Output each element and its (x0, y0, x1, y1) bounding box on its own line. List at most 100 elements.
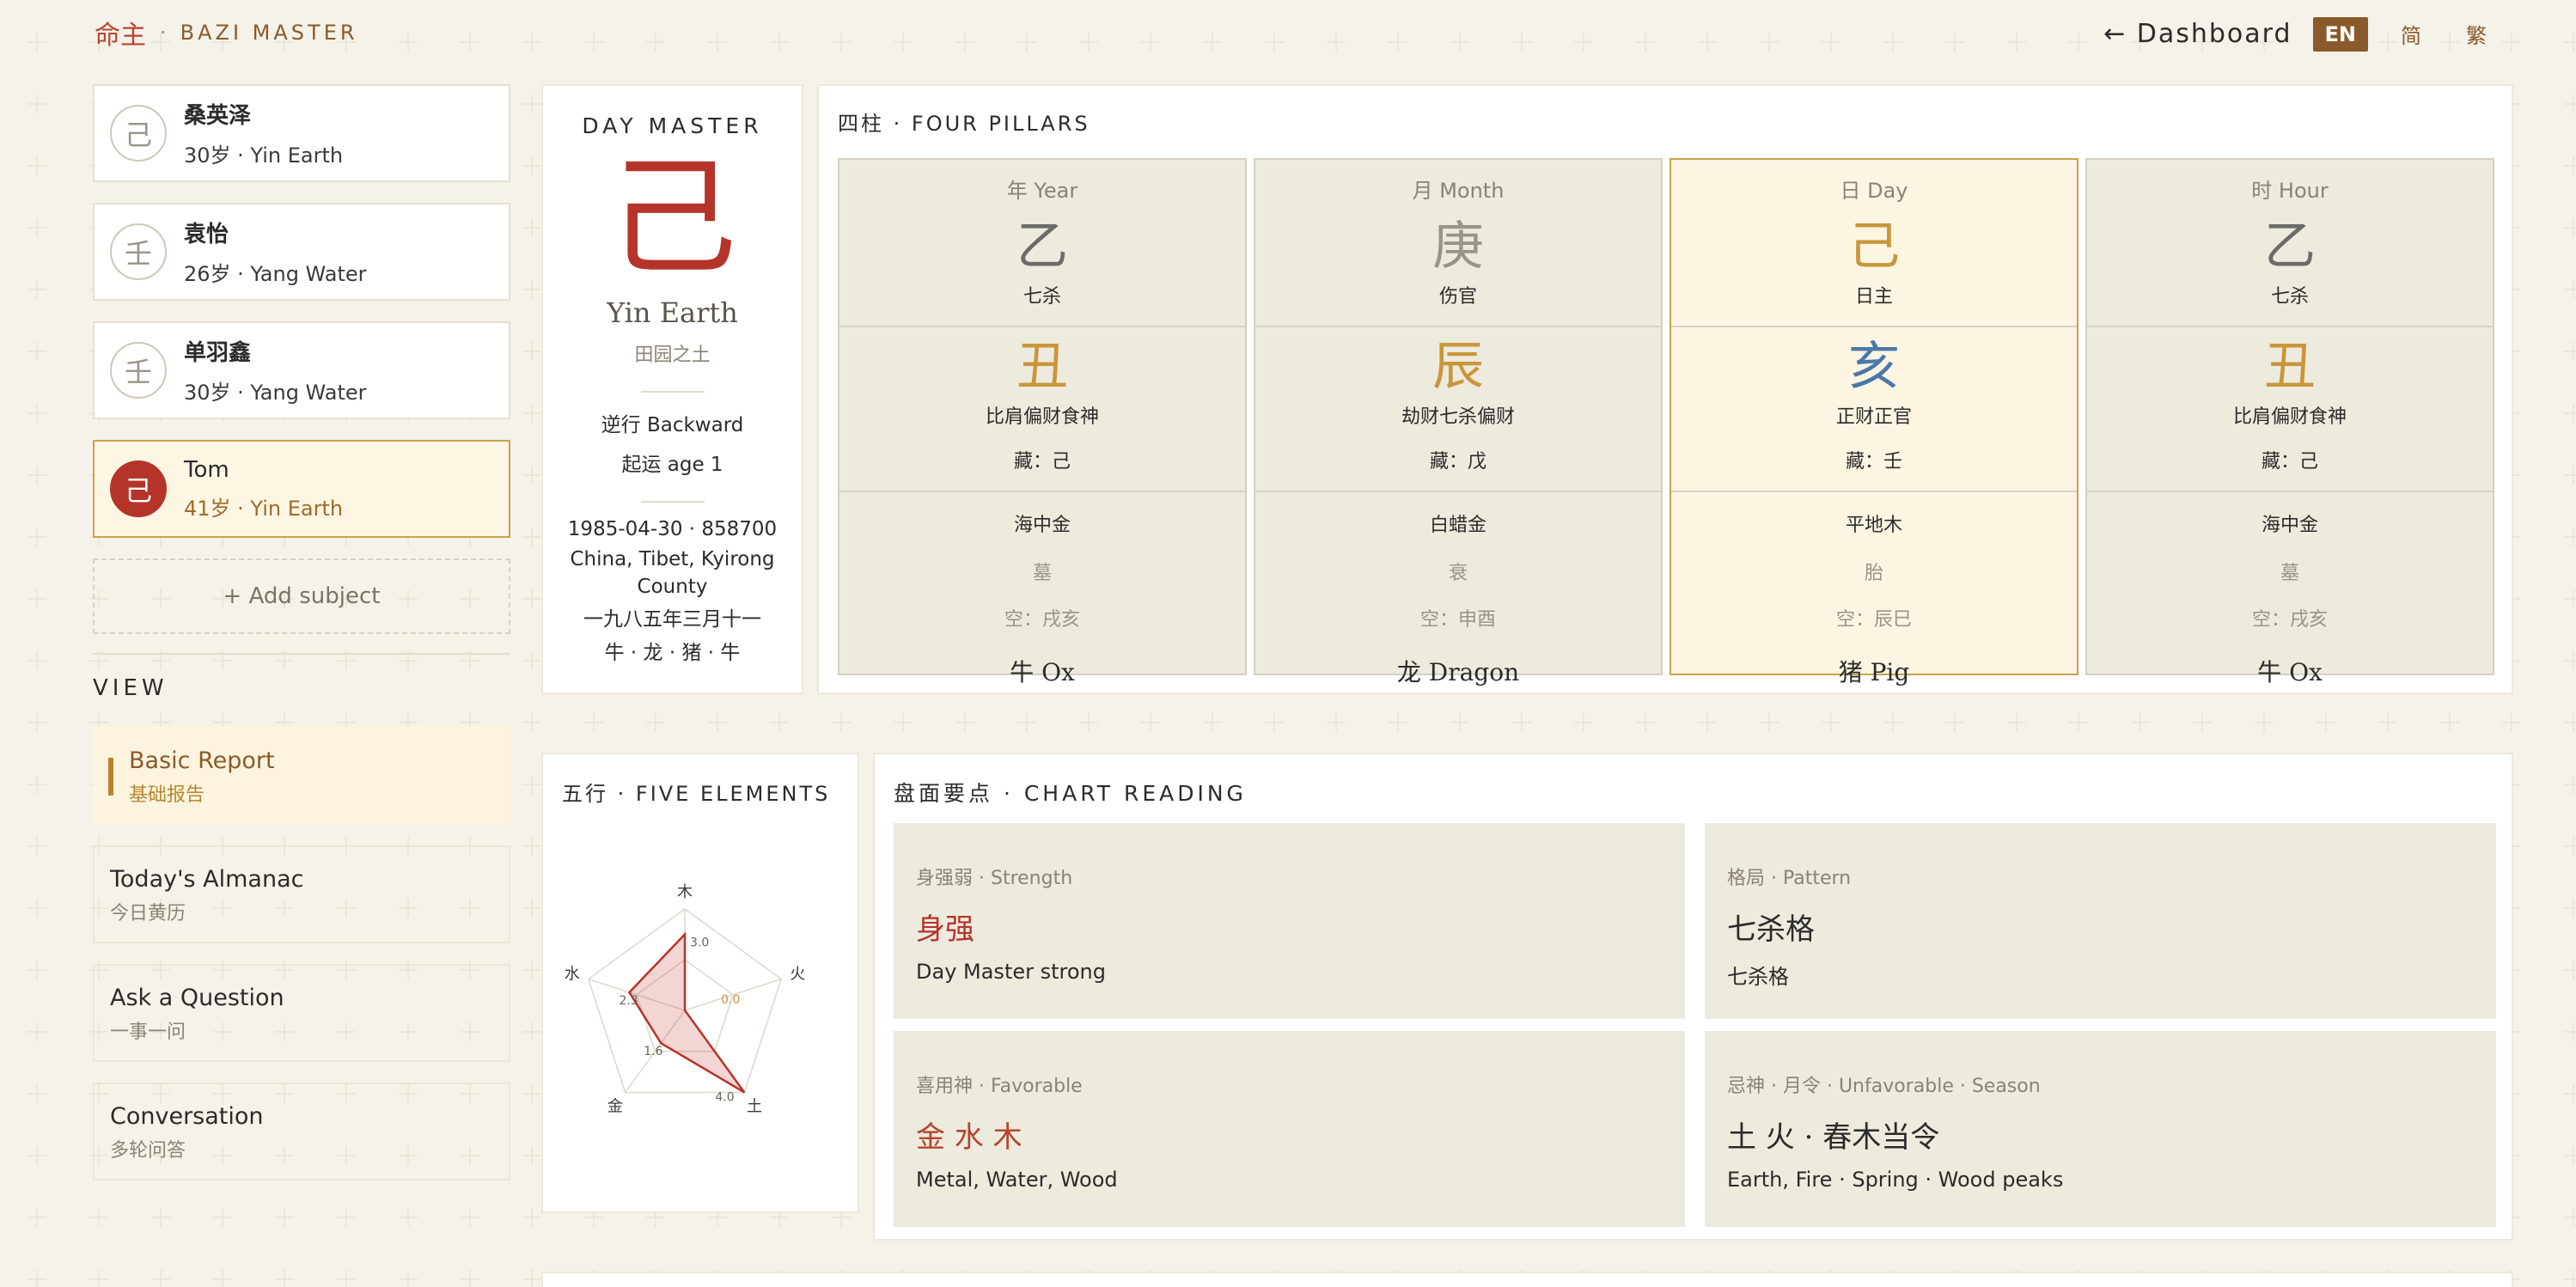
stem-ten-god: 七杀 (1022, 286, 1061, 308)
top-right-nav: ← Dashboard EN 简 繁 (2103, 14, 2499, 54)
divider (1255, 326, 1661, 327)
view-title: Basic Report (129, 747, 275, 774)
reading-unfavorable-season: 忌神 · 月令 · Unfavorable · Season 土 火 · 春木当令… (1705, 1031, 2496, 1227)
reading-value: 七杀格 (1727, 912, 1815, 947)
reading-label: 喜用神 · Favorable (916, 1076, 1083, 1097)
reading-value: 身强 (916, 912, 974, 947)
subject-card[interactable]: 己 桑英泽 30岁 · Yin Earth (93, 84, 510, 182)
heavenly-stem: 乙 (2264, 217, 2316, 277)
subject-card-selected[interactable]: 己 Tom 41岁 · Yin Earth (93, 440, 510, 538)
reading-desc: Metal, Water, Wood (916, 1168, 1118, 1192)
reading-strength: 身强弱 · Strength 身强 Day Master strong (894, 823, 1685, 1019)
add-subject-button[interactable]: + Add subject (93, 558, 510, 634)
heavenly-stem: 己 (1848, 217, 1900, 277)
birth-datetime: 1985-04-30 · 858700 (567, 518, 778, 540)
view-section-label: VIEW (93, 675, 168, 701)
divider (839, 326, 1245, 327)
next-section-card (541, 1272, 2513, 1287)
divider (2087, 491, 2493, 492)
view-ask-question[interactable]: Ask a Question 一事一问 (93, 964, 510, 1062)
brand[interactable]: 命主 · BAZI MASTER (95, 14, 358, 52)
avatar: 己 (110, 105, 167, 162)
reading-value: 金 水 木 (916, 1120, 1022, 1155)
pillar-head: 月 Month (1412, 179, 1505, 203)
reading-pattern: 格局 · Pattern 七杀格 七杀格 (1705, 823, 2496, 1019)
void-branches: 空：辰巳 (1835, 609, 1912, 631)
luck-start-age: 起运 age 1 (621, 454, 723, 476)
sidebar-divider (93, 653, 510, 655)
life-stage: 衰 (1448, 563, 1468, 584)
subject-meta: 30岁 · Yang Water (184, 381, 367, 405)
void-branches: 空：戌亥 (2251, 609, 2328, 631)
divider (1255, 491, 1661, 492)
lang-traditional-button[interactable]: 繁 (2454, 14, 2499, 54)
radar-value-label: 3.0 (690, 936, 709, 950)
five-elements-title: 五行 · FIVE ELEMENTS (562, 782, 831, 806)
five-elements-radar: 木火土 金 水 3.0 0.0 4.0 1.6 2.3 (565, 883, 805, 1116)
divider (1671, 491, 2077, 492)
stem-ten-god: 伤官 (1438, 286, 1477, 308)
radar-axis-label: 水 (565, 965, 580, 983)
heavenly-stem: 庚 (1432, 217, 1484, 277)
reading-desc: Day Master strong (916, 960, 1106, 984)
luck-direction: 逆行 Backward (601, 414, 744, 436)
lang-simplified-button[interactable]: 简 (2389, 14, 2433, 54)
zodiac-animal: 猪 Pig (1838, 658, 1910, 686)
reading-desc: Earth, Fire · Spring · Wood peaks (1727, 1168, 2064, 1192)
divider (640, 501, 705, 503)
lang-en-button[interactable]: EN (2312, 16, 2368, 52)
top-header: 命主 · BAZI MASTER ← Dashboard EN 简 繁 (0, 0, 2576, 60)
brand-cn: 命主 (95, 21, 146, 51)
pillar-hour: 时 Hour 乙七杀丑比肩偏财食神 藏：己 海中金墓空：戌亥牛 Ox (2085, 158, 2494, 686)
view-todays-almanac[interactable]: Today's Almanac 今日黄历 (93, 845, 510, 943)
divider (640, 391, 705, 393)
reading-value: 土 火 · 春木当令 (1727, 1120, 1940, 1155)
five-elements-card: 五行 · FIVE ELEMENTS 木火土 金 水 3.0 0.0 4.0 1.6 2.3 (541, 753, 859, 1213)
lunar-date: 一九八五年三月十一 (583, 608, 761, 631)
radar-axis-label: 木 (677, 883, 693, 901)
zodiac-animal: 牛 Ox (1010, 658, 1075, 686)
hidden-stems: 藏：己 (1013, 451, 1071, 473)
pillar-head: 日 Day (1840, 179, 1908, 203)
zodiac-animal: 龙 Dragon (1396, 658, 1520, 686)
subject-name: 袁怡 (184, 222, 229, 247)
four-pillars-title: 四柱 · FOUR PILLARS (838, 112, 1090, 136)
chart-reading-card: 盘面要点 · CHART READING 身强弱 · Strength 身强 Day… (873, 753, 2513, 1241)
nayin: 平地木 (1845, 515, 1902, 536)
day-master-label: DAY MASTER (582, 113, 763, 138)
subject-name: 单羽鑫 (184, 340, 252, 366)
view-conversation[interactable]: Conversation 多轮问答 (93, 1083, 510, 1180)
view-subtitle: 多轮问答 (110, 1140, 186, 1162)
dashboard-link[interactable]: ← Dashboard (2103, 19, 2292, 49)
day-master-desc: 田园之土 (634, 345, 711, 366)
view-basic-report[interactable]: Basic Report 基础报告 (93, 727, 510, 825)
day-master-name: Yin Earth (607, 296, 738, 329)
subject-card[interactable]: 壬 袁怡 26岁 · Yang Water (93, 203, 510, 301)
four-pillars-card: 四柱 · FOUR PILLARS 年 Year 乙七杀丑比肩偏财食神 藏：己 海中金… (817, 84, 2513, 694)
pillar-head: 时 Hour (2251, 179, 2329, 203)
earthly-branch: 丑 (1016, 337, 1068, 397)
zodiac-animal: 牛 Ox (2257, 658, 2323, 686)
brand-en: BAZI MASTER (180, 21, 358, 45)
pillar-month: 月 Month 庚伤官辰劫财七杀偏财 藏：戊 白蜡金衰空：申酉龙 Dragon (1254, 158, 1663, 686)
day-master-char: 己 (607, 143, 737, 293)
avatar: 己 (110, 461, 167, 517)
view-title: Conversation (110, 1103, 264, 1130)
view-subtitle: 一事一问 (110, 1022, 186, 1043)
nayin: 白蜡金 (1429, 515, 1486, 536)
view-title: Ask a Question (110, 985, 284, 1011)
chart-reading-title: 盘面要点 · CHART READING (894, 781, 1247, 806)
radar-axis-label: 土 (747, 1098, 762, 1116)
stem-ten-god: 七杀 (2270, 286, 2309, 308)
avatar: 壬 (110, 342, 167, 399)
void-branches: 空：申酉 (1419, 609, 1496, 631)
radar-axis-label: 金 (607, 1098, 623, 1116)
reading-desc: 七杀格 (1727, 965, 1789, 989)
subject-card[interactable]: 壬 单羽鑫 30岁 · Yang Water (93, 321, 510, 419)
pillar-year: 年 Year 乙七杀丑比肩偏财食神 藏：己 海中金墓空：戌亥牛 Ox (838, 158, 1247, 686)
reading-label: 身强弱 · Strength (916, 868, 1073, 889)
divider (1671, 326, 2077, 327)
earthly-branch: 辰 (1432, 337, 1484, 397)
branch-ten-gods: 比肩偏财食神 (2232, 406, 2347, 428)
view-title: Today's Almanac (110, 866, 304, 893)
